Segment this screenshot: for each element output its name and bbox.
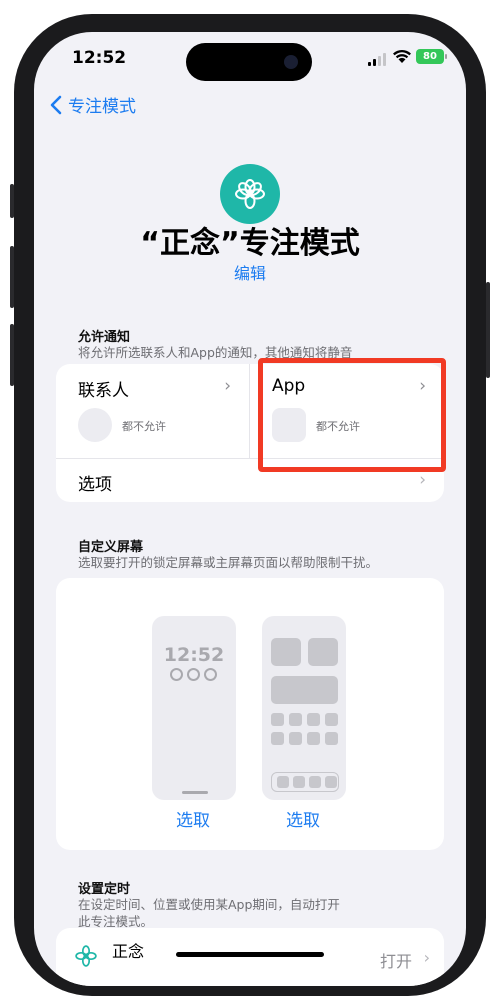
home-app-icon (325, 732, 338, 745)
chevron-right-icon: › (419, 470, 426, 490)
edit-button[interactable]: 编辑 (34, 260, 466, 284)
home-widget (271, 676, 338, 704)
flower-icon (235, 179, 265, 209)
lock-screen-widgets (170, 668, 217, 681)
schedule-name: 正念 (112, 942, 145, 961)
lock-screen-home-bar (182, 791, 208, 794)
schedule-item[interactable]: 正念 打开 › (56, 928, 444, 986)
battery-level: 80 (423, 51, 437, 62)
chevron-right-icon: › (423, 948, 430, 967)
apps-highlight-box (258, 358, 446, 472)
custom-screens-subtitle: 选取要打开的锁定屏幕或主屏幕页面以帮助限制干扰。 (78, 555, 379, 570)
schedule-title: 设置定时 (78, 882, 131, 897)
wifi-icon (393, 49, 411, 63)
people-label: 联系人 (78, 381, 129, 401)
home-screen-pick-button[interactable]: 选取 (286, 806, 320, 831)
home-app-icon (271, 732, 284, 745)
lock-screen-pick-button[interactable]: 选取 (176, 806, 210, 831)
home-indicator[interactable] (176, 952, 324, 957)
screen: 12:52 80 专注模式 “正念”专注模式 编辑 允许通知 将允许所选联系人和… (34, 32, 466, 986)
schedule-status: 打开 (379, 952, 412, 971)
flower-icon (75, 945, 97, 967)
dynamic-island (186, 43, 312, 81)
back-label: 专注模式 (68, 97, 136, 117)
home-app-icon (307, 713, 320, 726)
camera-icon (284, 55, 298, 69)
status-time: 12:52 (72, 48, 127, 68)
home-app-icon (271, 713, 284, 726)
home-dock (271, 772, 339, 792)
battery-icon: 80 (416, 49, 447, 64)
schedule-subtitle-line1: 在设定时间、位置或使用某App期间，自动打开 (78, 897, 340, 912)
chevron-right-icon: › (224, 376, 231, 396)
home-app-icon (307, 732, 320, 745)
chevron-left-icon (50, 95, 62, 114)
lock-screen-preview[interactable]: 12:52 (152, 616, 236, 800)
custom-screens-title: 自定义屏幕 (78, 540, 144, 555)
custom-screens-card: 12:52 选取 选取 (56, 578, 444, 850)
action-button (10, 184, 14, 218)
home-app-icon (289, 732, 302, 745)
power-button (486, 282, 490, 378)
cellular-signal-icon (368, 52, 386, 66)
volume-down-button (10, 324, 14, 386)
volume-up-button (10, 246, 14, 308)
home-widget (308, 638, 338, 666)
home-widget (271, 638, 301, 666)
options-label: 选项 (78, 475, 112, 495)
focus-title: “正念”专注模式 (140, 226, 360, 261)
back-button[interactable]: 专注模式 (50, 92, 136, 117)
home-app-icon (289, 713, 302, 726)
status-bar: 12:52 80 (34, 32, 466, 88)
allow-notifications-title: 允许通知 (78, 330, 131, 345)
allowed-people-button[interactable]: 联系人 › 都不允许 (56, 364, 250, 458)
lock-screen-time: 12:52 (163, 644, 225, 666)
people-status: 都不允许 (122, 420, 166, 433)
focus-mode-icon (220, 164, 280, 224)
home-screen-preview[interactable] (262, 616, 346, 800)
home-app-icon (325, 713, 338, 726)
people-avatar (78, 408, 112, 442)
